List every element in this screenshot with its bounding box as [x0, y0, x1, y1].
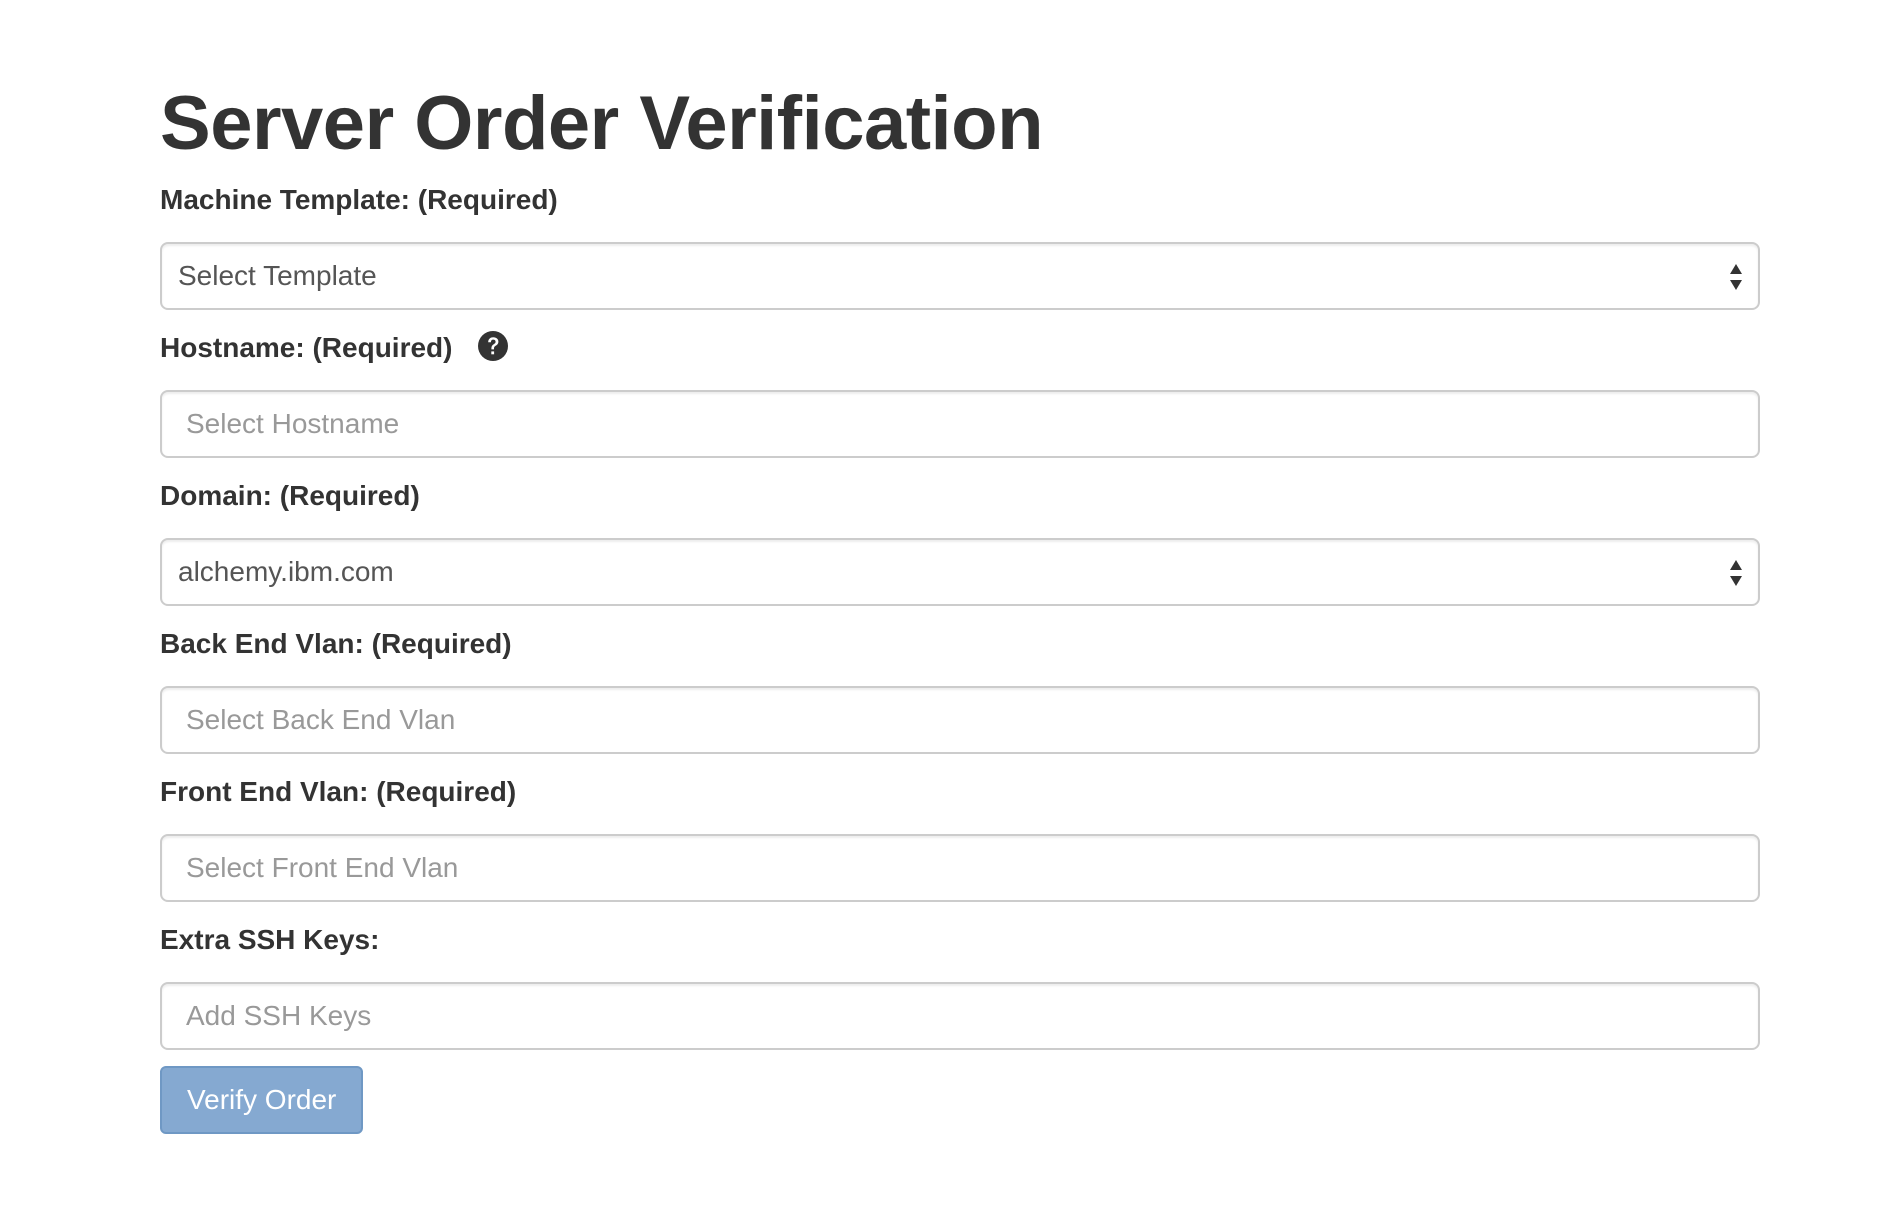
- back-end-vlan-input[interactable]: [160, 686, 1760, 754]
- domain-select[interactable]: alchemy.ibm.com: [160, 538, 1760, 606]
- hostname-label: Hostname: (Required): [160, 332, 453, 363]
- machine-template-selected-value: Select Template: [178, 260, 377, 291]
- front-end-vlan-input[interactable]: [160, 834, 1760, 902]
- select-arrows-icon: [1730, 560, 1742, 586]
- machine-template-select[interactable]: Select Template: [160, 242, 1760, 310]
- machine-template-label: Machine Template: (Required): [160, 184, 558, 215]
- extra-ssh-keys-input[interactable]: [160, 982, 1760, 1050]
- front-end-vlan-field: Front End Vlan: (Required): [160, 774, 1760, 902]
- select-arrows-icon: [1730, 264, 1742, 290]
- extra-ssh-keys-field: Extra SSH Keys:: [160, 922, 1760, 1050]
- front-end-vlan-label: Front End Vlan: (Required): [160, 776, 517, 807]
- hostname-input[interactable]: [160, 390, 1760, 458]
- domain-field: Domain: (Required) alchemy.ibm.com: [160, 478, 1760, 606]
- domain-label: Domain: (Required): [160, 480, 420, 511]
- question-circle-icon[interactable]: [476, 329, 510, 363]
- extra-ssh-keys-label: Extra SSH Keys:: [160, 924, 380, 955]
- back-end-vlan-field: Back End Vlan: (Required): [160, 626, 1760, 754]
- page: Server Order Verification Machine Templa…: [0, 0, 1896, 1208]
- domain-selected-value: alchemy.ibm.com: [178, 556, 394, 587]
- verify-order-button[interactable]: Verify Order: [160, 1066, 364, 1134]
- page-title: Server Order Verification: [160, 81, 1044, 166]
- back-end-vlan-label: Back End Vlan: (Required): [160, 628, 512, 659]
- machine-template-field: Machine Template: (Required) Select Temp…: [160, 182, 1760, 310]
- hostname-field: Hostname: (Required): [160, 330, 1760, 458]
